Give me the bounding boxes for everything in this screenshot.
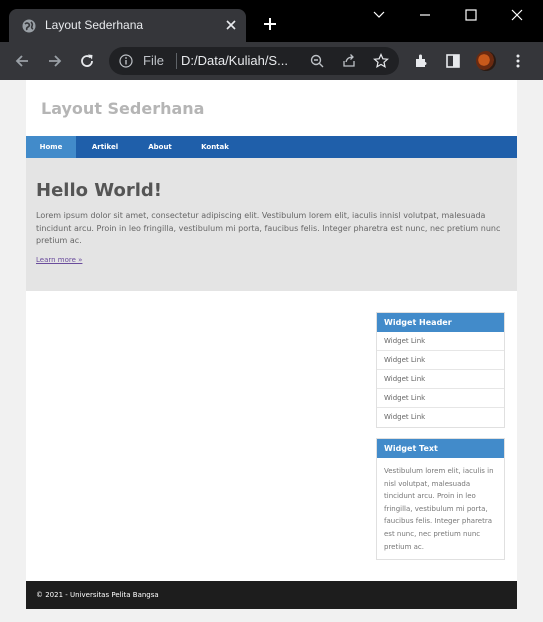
browser-tab[interactable]: Layout Sederhana [9, 9, 246, 43]
profile-avatar[interactable] [476, 51, 496, 71]
nav-item-artikel[interactable]: Artikel [84, 136, 126, 158]
learn-more-link[interactable]: Learn more » [36, 256, 82, 264]
widget-link[interactable]: Widget Link [377, 332, 504, 351]
widget-link[interactable]: Widget Link [377, 408, 504, 427]
forward-icon[interactable] [46, 52, 64, 70]
more-menu-icon[interactable] [509, 52, 527, 70]
zoom-icon[interactable] [309, 53, 325, 69]
address-bar[interactable]: File D:/Data/Kuliah/S... [109, 47, 399, 75]
main-nav: Home Artikel About Kontak [26, 136, 517, 158]
site-title: Layout Sederhana [41, 99, 205, 118]
page-container: Layout Sederhana Home Artikel About Kont… [26, 80, 517, 609]
footer-copyright: © 2021 - Universitas Pelita Bangsa [36, 591, 159, 599]
site-header: Layout Sederhana [26, 80, 517, 136]
tab-strip: Layout Sederhana [0, 0, 543, 43]
nav-item-about[interactable]: About [140, 136, 180, 158]
widget-links: Widget Header Widget Link Widget Link Wi… [376, 312, 505, 428]
nav-item-home[interactable]: Home [26, 136, 76, 158]
share-icon[interactable] [341, 53, 357, 69]
globe-icon [22, 19, 36, 33]
widget-text-body: Vestibulum lorem elit, iaculis in nisl v… [384, 467, 494, 551]
widget-link[interactable]: Widget Link [377, 370, 504, 389]
browser-toolbar: File D:/Data/Kuliah/S... [0, 42, 543, 80]
info-icon[interactable] [119, 54, 133, 68]
reload-icon[interactable] [78, 52, 96, 70]
extensions-icon[interactable] [413, 52, 431, 70]
hero-text: Lorem ipsum dolor sit amet, consectetur … [36, 211, 501, 245]
side-panel-icon[interactable] [444, 52, 462, 70]
nav-item-kontak[interactable]: Kontak [194, 136, 236, 158]
widget-header: Widget Header [377, 313, 504, 332]
widget-link[interactable]: Widget Link [377, 351, 504, 370]
widget-text-header: Widget Text [377, 439, 504, 458]
chevron-down-icon[interactable] [372, 8, 386, 22]
widget-link[interactable]: Widget Link [377, 389, 504, 408]
url-scheme: File [143, 53, 164, 68]
hero-section: Hello World! Lorem ipsum dolor sit amet,… [26, 158, 517, 291]
bookmark-star-icon[interactable] [373, 53, 389, 69]
new-tab-icon[interactable] [262, 16, 278, 32]
tab-title: Layout Sederhana [45, 18, 144, 32]
hero-title: Hello World! [36, 180, 162, 201]
url-text[interactable]: D:/Data/Kuliah/S... [181, 53, 288, 68]
close-tab-icon[interactable] [223, 17, 239, 33]
close-window-icon[interactable] [510, 8, 524, 22]
url-separator [176, 53, 177, 69]
page-viewport: Layout Sederhana Home Artikel About Kont… [0, 80, 543, 622]
maximize-icon[interactable] [464, 8, 478, 22]
site-footer: © 2021 - Universitas Pelita Bangsa [26, 581, 517, 609]
back-icon[interactable] [13, 52, 31, 70]
minimize-icon[interactable] [418, 8, 432, 22]
widget-text: Widget Text Vestibulum lorem elit, iacul… [376, 438, 505, 561]
